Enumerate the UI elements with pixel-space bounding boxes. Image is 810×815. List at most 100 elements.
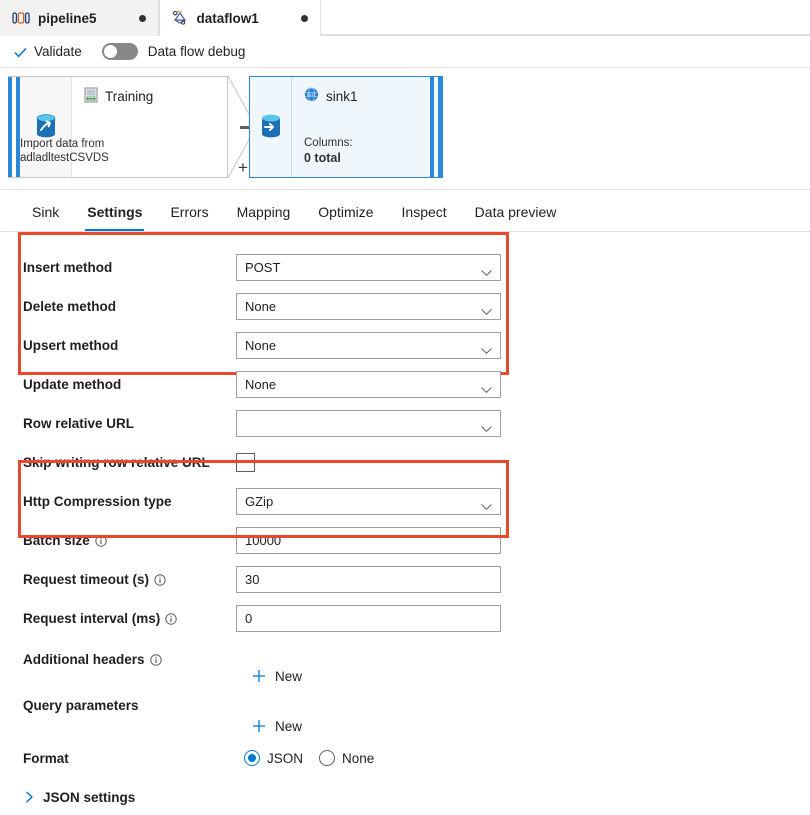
format-option-none-label: None bbox=[342, 750, 375, 766]
sink-node-sink1[interactable]: REST sink1 Columns: 0 total bbox=[249, 76, 443, 178]
row-delete-method: Delete method None bbox=[0, 287, 810, 326]
info-icon[interactable] bbox=[149, 653, 162, 666]
pipeline-icon bbox=[12, 11, 30, 25]
additional-headers-field: New bbox=[236, 669, 501, 687]
add-additional-header-button[interactable]: New bbox=[236, 669, 302, 684]
row-relative-url-dropdown[interactable] bbox=[236, 410, 501, 437]
sink-node-title-row: REST sink1 bbox=[304, 87, 428, 105]
tab-pipeline5[interactable]: pipeline5 bbox=[0, 0, 159, 36]
query-parameters-field: New bbox=[236, 719, 501, 737]
tab-optimize[interactable]: Optimize bbox=[304, 204, 387, 231]
update-method-dropdown[interactable]: None bbox=[236, 371, 501, 398]
row-insert-method: Insert method POST bbox=[0, 248, 810, 287]
csv-file-icon bbox=[84, 87, 98, 106]
http-compression-type-field: GZip bbox=[236, 488, 501, 515]
skip-writing-row-relative-url-label: Skip writing row relative URL bbox=[23, 455, 210, 470]
tab-sink[interactable]: Sink bbox=[18, 204, 73, 231]
sink-database-icon bbox=[256, 111, 286, 144]
row-query-parameters: Query parameters New bbox=[0, 686, 810, 736]
svg-text:REST: REST bbox=[307, 93, 316, 97]
row-http-compression-type: Http Compression type GZip bbox=[0, 482, 810, 521]
source-node-desc-line2: adladltestCSVDS bbox=[20, 152, 109, 164]
request-timeout-input[interactable]: 30 bbox=[236, 566, 501, 593]
update-method-field: None bbox=[236, 371, 501, 398]
info-icon[interactable] bbox=[95, 534, 107, 547]
tab-mapping[interactable]: Mapping bbox=[223, 204, 305, 231]
chevron-down-icon bbox=[481, 342, 492, 354]
sink-columns-label: Columns: bbox=[304, 137, 353, 149]
validate-label: Validate bbox=[34, 44, 82, 59]
radio-json[interactable] bbox=[244, 750, 260, 766]
format-option-json-label: JSON bbox=[267, 750, 304, 766]
http-compression-type-dropdown[interactable]: GZip bbox=[236, 488, 501, 515]
radio-none[interactable] bbox=[319, 750, 336, 766]
toggle-switch[interactable] bbox=[101, 43, 138, 60]
format-radio-group: JSON None bbox=[236, 750, 501, 766]
tab-settings[interactable]: Settings bbox=[73, 204, 156, 231]
dataflow-canvas[interactable]: Training Import data from adladltestCSVD… bbox=[0, 68, 810, 190]
chevron-down-icon bbox=[481, 420, 492, 432]
row-relative-url-field bbox=[236, 410, 501, 437]
additional-headers-label-text: Additional headers bbox=[23, 652, 145, 667]
info-icon[interactable] bbox=[154, 573, 166, 586]
row-format: Format JSON None bbox=[0, 736, 810, 780]
sink-node-name: sink1 bbox=[326, 88, 358, 104]
tab-dataflow1[interactable]: dataflow1 bbox=[158, 0, 321, 36]
validate-button[interactable]: Validate bbox=[14, 44, 102, 59]
add-transformation-button[interactable]: + bbox=[238, 159, 248, 176]
chevron-right-icon bbox=[25, 791, 34, 803]
row-update-method: Update method None bbox=[0, 365, 810, 404]
upsert-method-dropdown[interactable]: None bbox=[236, 332, 501, 359]
source-node-training[interactable]: Training Import data from adladltestCSVD… bbox=[8, 76, 228, 178]
source-node-name: Training bbox=[105, 89, 154, 104]
add-query-parameter-label: New bbox=[275, 718, 303, 734]
format-label: Format bbox=[23, 750, 69, 766]
request-interval-label: Request interval (ms) bbox=[23, 611, 236, 626]
tab-data-preview[interactable]: Data preview bbox=[461, 204, 571, 231]
format-field: JSON None bbox=[236, 750, 501, 766]
tab-inspect[interactable]: Inspect bbox=[388, 204, 461, 231]
tab-dataflow1-unsaved-dot bbox=[300, 14, 308, 22]
query-parameters-label: Query parameters bbox=[23, 698, 139, 713]
delete-method-field: None bbox=[236, 293, 501, 320]
delete-method-dropdown[interactable]: None bbox=[236, 293, 501, 320]
chevron-down-icon bbox=[481, 303, 492, 315]
request-timeout-field: 30 bbox=[236, 566, 501, 593]
skip-writing-row-relative-url-checkbox[interactable] bbox=[236, 453, 255, 472]
sink-node-icon-band bbox=[250, 77, 292, 177]
batch-size-field: 10000 bbox=[236, 527, 501, 554]
request-interval-field: 0 bbox=[236, 605, 501, 632]
format-option-none[interactable]: None bbox=[319, 750, 374, 766]
sink-node-columns-info: Columns: 0 total bbox=[304, 136, 353, 167]
tab-errors[interactable]: Errors bbox=[156, 204, 222, 231]
format-option-json[interactable]: JSON bbox=[244, 750, 303, 766]
sink-properties-tabs: Sink Settings Errors Mapping Optimize In… bbox=[0, 190, 810, 232]
dataflow-icon bbox=[171, 10, 189, 26]
row-request-timeout: Request timeout (s) 30 bbox=[0, 560, 810, 599]
row-upsert-method: Upsert method None bbox=[0, 326, 810, 365]
add-query-parameter-button[interactable]: New bbox=[236, 719, 302, 734]
batch-size-input[interactable]: 10000 bbox=[236, 527, 501, 554]
insert-method-dropdown[interactable]: POST bbox=[236, 254, 501, 281]
plus-icon bbox=[252, 719, 266, 733]
http-compression-type-value: GZip bbox=[245, 494, 274, 509]
settings-form: Insert method POST Delete method None Up… bbox=[0, 232, 810, 814]
http-compression-type-label: Http Compression type bbox=[23, 494, 172, 509]
tab-dataflow1-label: dataflow1 bbox=[196, 10, 259, 26]
source-node-title-row: Training bbox=[84, 87, 217, 106]
row-additional-headers: Additional headers New bbox=[0, 638, 810, 686]
dataflow-graph: Training Import data from adladltestCSVD… bbox=[8, 76, 443, 182]
plus-icon bbox=[252, 669, 266, 683]
request-interval-input[interactable]: 0 bbox=[236, 605, 501, 632]
info-icon[interactable] bbox=[165, 612, 177, 625]
upsert-method-value: None bbox=[245, 338, 277, 353]
sink-columns-value: 0 total bbox=[304, 151, 341, 165]
json-settings-section-toggle[interactable]: JSON settings bbox=[0, 780, 810, 814]
batch-size-label-text: Batch size bbox=[23, 533, 90, 548]
row-relative-url-label: Row relative URL bbox=[23, 416, 135, 431]
batch-size-label: Batch size bbox=[23, 533, 236, 548]
data-flow-debug-toggle[interactable]: Data flow debug bbox=[101, 43, 245, 60]
source-node-description: Import data from adladltestCSVDS bbox=[20, 137, 109, 165]
row-row-relative-url: Row relative URL bbox=[0, 404, 810, 443]
request-timeout-label: Request timeout (s) bbox=[23, 572, 236, 587]
